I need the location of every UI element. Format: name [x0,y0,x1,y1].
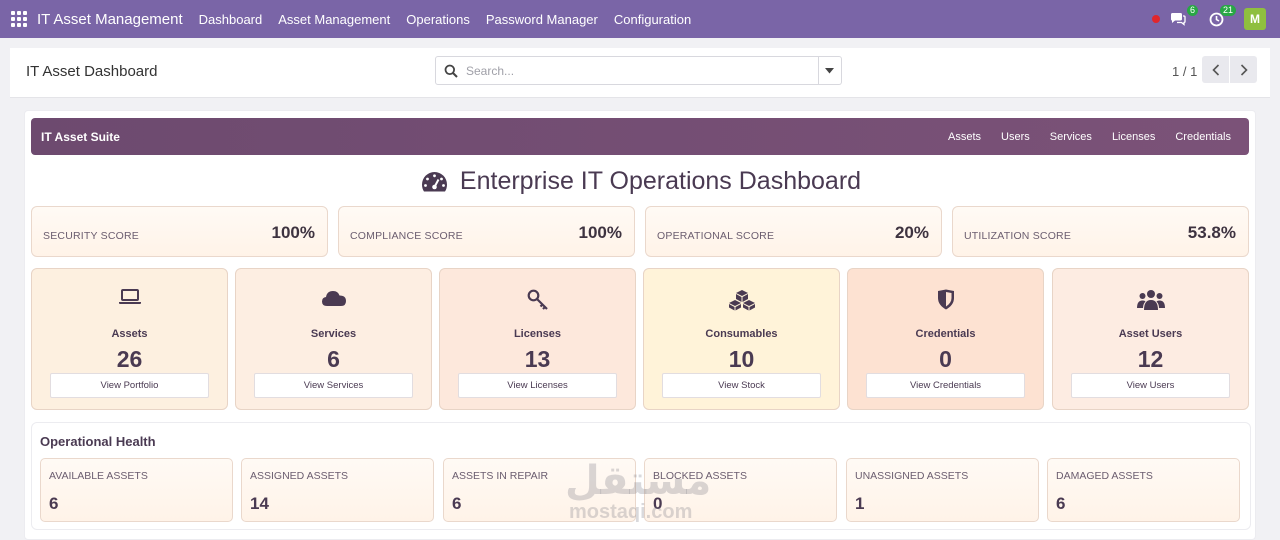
shield-icon [937,289,954,310]
pager-previous-button[interactable] [1202,56,1229,83]
cloud-icon [321,291,346,306]
dashboard-title: Enterprise IT Operations Dashboard [459,167,862,195]
suite-header-bar: IT Asset Suite Assets Users Services Lic… [31,118,1249,155]
assets-in-repair-card: ASSETS IN REPAIR 6 [443,458,636,522]
key-icon [527,289,548,310]
view-users-button[interactable]: View Users [1071,373,1230,398]
health-value: 6 [452,494,462,513]
view-credentials-button[interactable]: View Credentials [866,373,1025,398]
user-avatar[interactable]: M [1244,8,1266,30]
operational-health-panel: Operational Health AVAILABLE ASSETS 6 AS… [31,422,1251,530]
chat-icon[interactable]: 6 [1168,5,1198,29]
score-value: 100% [271,223,315,242]
view-stock-button[interactable]: View Stock [662,373,821,398]
suite-link-users[interactable]: Users [1001,131,1030,143]
health-label: ASSETS IN REPAIR [452,470,549,482]
score-label: COMPLIANCE SCORE [350,230,463,242]
asset-users-card: Asset Users 12 View Users [1052,268,1249,410]
utilization-score-card: UTILIZATION SCORE 53.8% [952,206,1249,257]
chevron-left-icon [1211,63,1219,76]
health-value: 14 [250,494,269,513]
assigned-assets-card: ASSIGNED ASSETS 14 [241,458,434,522]
score-value: 100% [578,223,622,242]
score-label: UTILIZATION SCORE [964,230,1072,242]
card-count: 6 [327,346,340,372]
nav-dashboard[interactable]: Dashboard [199,12,263,27]
caret-down-icon [825,67,834,73]
assets-card: Assets 26 View Portfolio [31,268,228,410]
suite-link-credentials[interactable]: Credentials [1175,131,1231,143]
app-title[interactable]: IT Asset Management [37,11,183,28]
view-licenses-button[interactable]: View Licenses [458,373,617,398]
suite-title: IT Asset Suite [41,129,120,144]
card-label: Services [310,328,357,340]
view-services-button[interactable]: View Services [254,373,413,398]
pager-next-button[interactable] [1230,56,1257,83]
dashboard-heading: Enterprise IT Operations Dashboard [25,167,1257,196]
health-title: Operational Health [40,434,156,449]
card-label: Consumables [705,328,778,340]
pager-value[interactable]: 1 / 1 [1172,64,1197,79]
health-label: UNASSIGNED ASSETS [855,470,969,482]
nav-operations[interactable]: Operations [406,12,470,27]
health-value: 6 [1056,494,1066,513]
activity-count-badge: 21 [1219,5,1236,16]
available-assets-card: AVAILABLE ASSETS 6 [40,458,233,522]
services-card: Services 6 View Services [235,268,432,410]
health-label: ASSIGNED ASSETS [250,470,349,482]
search-options-toggle[interactable] [818,56,842,85]
suite-link-assets[interactable]: Assets [948,131,981,143]
score-label: OPERATIONAL SCORE [657,230,775,242]
score-value: 53.8% [1187,223,1236,242]
cubes-icon [728,290,755,311]
card-label: Assets [111,328,148,340]
apps-grid-icon[interactable] [11,11,27,27]
page-title: IT Asset Dashboard [26,63,158,80]
score-value: 20% [894,223,929,242]
health-value: 0 [653,494,663,513]
health-label: DAMAGED ASSETS [1056,470,1153,482]
card-count: 12 [1137,346,1164,372]
card-label: Licenses [513,328,562,340]
card-count: 13 [524,346,551,372]
suite-link-services[interactable]: Services [1050,131,1092,143]
unassigned-assets-card: UNASSIGNED ASSETS 1 [846,458,1039,522]
licenses-card: Licenses 13 View Licenses [439,268,636,410]
compliance-score-card: COMPLIANCE SCORE 100% [338,206,635,257]
control-panel: IT Asset Dashboard 1 / 1 [10,48,1270,98]
health-label: AVAILABLE ASSETS [49,470,148,482]
nav-asset-management[interactable]: Asset Management [278,12,390,27]
dashboard-content: IT Asset Suite Assets Users Services Lic… [24,110,1256,540]
security-score-card: SECURITY SCORE 100% [31,206,328,257]
health-value: 6 [49,494,59,513]
chevron-right-icon [1240,63,1248,76]
search-box [435,56,819,85]
nav-configuration[interactable]: Configuration [614,12,691,27]
view-portfolio-button[interactable]: View Portfolio [50,373,209,398]
activity-clock-icon[interactable]: 21 [1206,5,1236,29]
card-count: 26 [116,346,143,372]
search-input[interactable] [466,63,786,78]
tachometer-icon [421,171,447,191]
status-dot [1152,15,1160,23]
card-label: Asset Users [1118,328,1183,340]
chat-count-badge: 6 [1186,5,1198,16]
users-icon [1136,290,1165,310]
card-count: 10 [728,346,755,372]
score-label: SECURITY SCORE [43,230,139,242]
consumables-card: Consumables 10 View Stock [643,268,840,410]
search-icon [444,64,458,78]
card-label: Credentials [915,328,976,340]
nav-password-manager[interactable]: Password Manager [486,12,598,27]
suite-link-licenses[interactable]: Licenses [1112,131,1155,143]
operational-score-card: OPERATIONAL SCORE 20% [645,206,942,257]
damaged-assets-card: DAMAGED ASSETS 6 [1047,458,1240,522]
health-label: BLOCKED ASSETS [653,470,747,482]
top-navbar: IT Asset Management Dashboard Asset Mana… [0,0,1280,38]
credentials-card: Credentials 0 View Credentials [847,268,1044,410]
health-value: 1 [855,494,865,513]
blocked-assets-card: BLOCKED ASSETS 0 [644,458,837,522]
laptop-icon [118,289,141,304]
card-count: 0 [939,346,952,372]
